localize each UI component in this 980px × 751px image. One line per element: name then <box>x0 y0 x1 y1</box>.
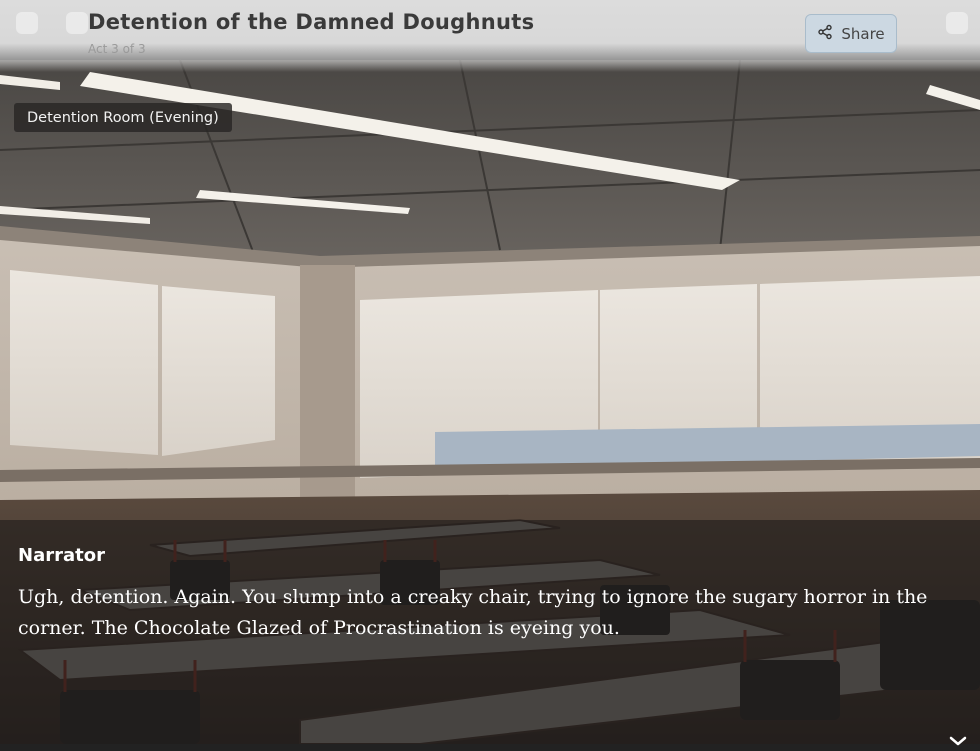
location-tag: Detention Room (Evening) <box>14 103 232 132</box>
settings-icon[interactable] <box>946 12 968 34</box>
back-icon[interactable] <box>66 12 88 34</box>
story-title: Detention of the Damned Doughnuts <box>88 10 535 34</box>
chevron-down-icon[interactable] <box>948 732 968 746</box>
share-label: Share <box>841 24 885 43</box>
dialogue-box[interactable]: Narrator Ugh, detention. Again. You slum… <box>0 520 980 744</box>
act-indicator: Act 3 of 3 <box>88 42 146 56</box>
share-icon <box>817 24 833 44</box>
speaker-name: Narrator <box>18 545 105 566</box>
dialogue-text: Ugh, detention. Again. You slump into a … <box>18 586 928 639</box>
share-button[interactable]: Share <box>805 14 897 53</box>
top-bar: Detention of the Damned Doughnuts Act 3 … <box>0 0 980 72</box>
menu-icon[interactable] <box>16 12 38 34</box>
